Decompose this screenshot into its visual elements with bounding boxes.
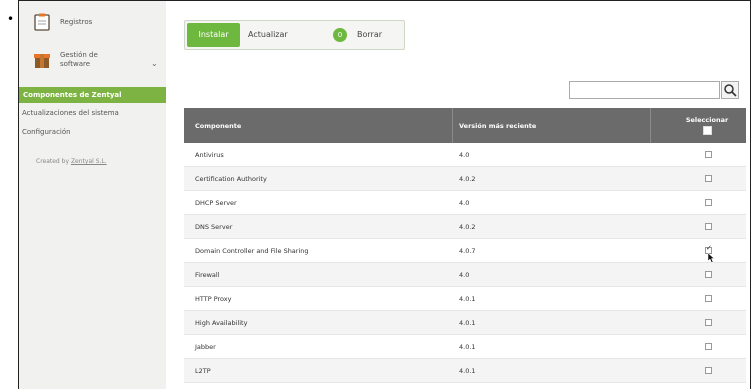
select-all-checkbox[interactable] — [702, 126, 712, 135]
select-checkbox[interactable] — [705, 367, 712, 374]
component-name: Firewall — [195, 271, 220, 279]
sidebar-item-registros[interactable]: Registros — [19, 13, 166, 31]
component-version: 4.0.7 — [459, 247, 476, 255]
header-version: Versión más reciente — [459, 121, 537, 130]
table-row: HTTP Proxy 4.0.1 — [184, 287, 746, 311]
header-select: Seleccionar — [677, 108, 737, 143]
table-header: Componente Versión más reciente Seleccio… — [184, 108, 746, 143]
component-name: Antivirus — [195, 151, 224, 159]
clipboard-icon — [34, 13, 50, 31]
component-version: 4.0 — [459, 151, 470, 159]
component-name: Domain Controller and File Sharing — [195, 247, 309, 255]
select-checkbox[interactable] — [705, 271, 712, 278]
action-toolbar: Instalar Actualizar 0 Borrar — [184, 20, 405, 50]
search-button[interactable] — [721, 81, 739, 99]
sidebar-item-label: Registros — [60, 18, 93, 26]
sidebar-item-label-line1: Gestión de — [60, 51, 98, 59]
header-separator — [650, 108, 651, 143]
component-name: DHCP Server — [195, 199, 237, 207]
table-row: Antivirus 4.0 — [184, 143, 746, 167]
sidebar: Registros Gestión de software ⌄ Componen… — [19, 1, 166, 389]
component-name: DNS Server — [195, 223, 233, 231]
delete-button[interactable]: Borrar — [357, 30, 382, 39]
select-checkbox[interactable] — [705, 151, 712, 158]
select-checkbox[interactable] — [705, 199, 712, 206]
sidebar-item-label: Gestión de software — [60, 51, 98, 69]
component-version: 4.0.1 — [459, 295, 476, 303]
table-row: L2TP 4.0.1 — [184, 359, 746, 383]
header-component: Componente — [195, 121, 242, 130]
component-name: Jabber — [195, 343, 216, 351]
sidebar-subitem-configuracion[interactable]: Configuración — [22, 128, 71, 136]
component-version: 4.0.2 — [459, 223, 476, 231]
sidebar-subitem-actualizaciones[interactable]: Actualizaciones del sistema — [22, 109, 119, 117]
table-row: DHCP Server 4.0 — [184, 191, 746, 215]
component-version: 4.0 — [459, 199, 470, 207]
component-name: Certification Authority — [195, 175, 267, 183]
table-row: Firewall 4.0 — [184, 263, 746, 287]
select-checkbox[interactable] — [705, 175, 712, 182]
table-row: Certification Authority 4.0.2 — [184, 167, 746, 191]
table-row: High Availability 4.0.1 — [184, 311, 746, 335]
component-name: HTTP Proxy — [195, 295, 232, 303]
chevron-down-icon[interactable]: ⌄ — [151, 59, 158, 68]
package-icon — [34, 51, 50, 69]
created-by-text: Created by Zentyal S.L. — [36, 158, 107, 165]
created-by-prefix: Created by — [36, 158, 70, 165]
component-version: 4.0.1 — [459, 367, 476, 375]
sidebar-item-gestion-software[interactable]: Gestión de software — [19, 51, 166, 69]
component-version: 4.0.1 — [459, 319, 476, 327]
component-version: 4.0 — [459, 271, 470, 279]
table-row: Domain Controller and File Sharing 4.0.7 — [184, 239, 746, 263]
header-separator — [452, 108, 453, 143]
update-count-badge: 0 — [333, 28, 347, 42]
search-input[interactable] — [569, 81, 720, 99]
table-row: Jabber 4.0.1 — [184, 335, 746, 359]
table-row: DNS Server 4.0.2 — [184, 215, 746, 239]
select-checkbox[interactable] — [705, 319, 712, 326]
select-checkbox[interactable] — [705, 295, 712, 302]
header-select-label: Seleccionar — [685, 116, 729, 124]
component-name: L2TP — [195, 367, 211, 375]
search-icon — [722, 83, 738, 102]
select-checkbox[interactable] — [705, 343, 712, 350]
select-checkbox[interactable] — [705, 223, 712, 230]
component-name: High Availability — [195, 319, 248, 327]
list-bullet: • — [7, 12, 15, 26]
screenshot-frame: Registros Gestión de software ⌄ Componen… — [18, 0, 751, 389]
component-version: 4.0.1 — [459, 343, 476, 351]
component-version: 4.0.2 — [459, 175, 476, 183]
update-button[interactable]: Actualizar — [248, 30, 288, 39]
install-button[interactable]: Instalar — [187, 23, 240, 47]
sidebar-subitem-componentes[interactable]: Componentes de Zentyal — [19, 87, 166, 103]
zentyal-link[interactable]: Zentyal S.L. — [71, 158, 107, 165]
sidebar-item-label-line2: software — [60, 60, 91, 68]
